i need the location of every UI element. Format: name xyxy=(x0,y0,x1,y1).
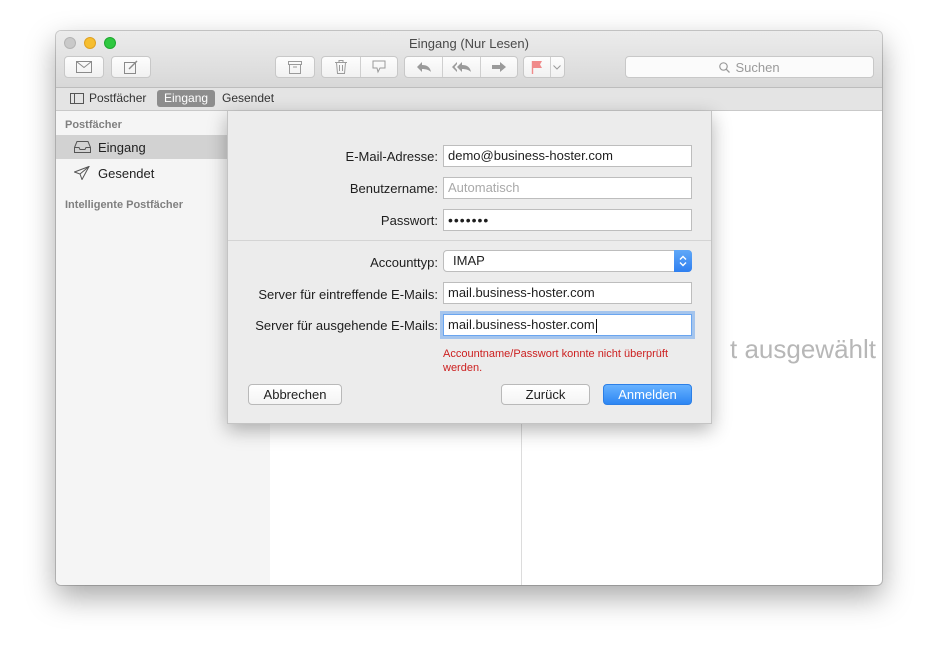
account-type-value: IMAP xyxy=(453,253,485,268)
text-caret xyxy=(595,318,597,333)
incoming-server-label: Server für eintreffende E-Mails: xyxy=(258,287,438,302)
flag-icon xyxy=(531,61,542,74)
archive-icon xyxy=(288,60,302,74)
favorites-mailboxes-label: Postfächer xyxy=(89,91,147,105)
reply-all-button[interactable] xyxy=(442,57,479,77)
paper-plane-icon xyxy=(74,166,90,180)
sidebar-section-smart-mailboxes: Intelligente Postfächer xyxy=(65,199,183,211)
reply-all-icon xyxy=(451,62,471,72)
trash-icon xyxy=(334,60,347,74)
compose-button[interactable] xyxy=(111,56,151,78)
sidebar-section-mailboxes: Postfächer xyxy=(65,119,122,131)
email-field[interactable]: demo@business-hoster.com xyxy=(443,145,692,167)
favorites-sent-button[interactable]: Gesendet xyxy=(222,90,274,107)
reply-group xyxy=(404,56,518,78)
get-mail-button[interactable] xyxy=(64,56,104,78)
sidebar-item-label: Eingang xyxy=(98,139,146,155)
email-label: E-Mail-Adresse: xyxy=(345,149,438,164)
sidebar-item-label: Gesendet xyxy=(98,165,155,181)
cancel-button[interactable]: Abbrechen xyxy=(248,384,342,405)
password-label: Passwort: xyxy=(380,213,438,228)
compose-icon xyxy=(124,60,138,74)
envelope-icon xyxy=(76,61,92,73)
flag-menu-button[interactable] xyxy=(549,57,564,77)
outgoing-server-value: mail.business-hoster.com xyxy=(448,317,595,332)
inbox-tray-icon xyxy=(74,141,91,153)
incoming-server-field[interactable]: mail.business-hoster.com xyxy=(443,282,692,304)
search-field[interactable]: Suchen xyxy=(625,56,874,78)
select-arrows xyxy=(674,250,692,272)
search-icon xyxy=(719,61,731,73)
section-divider xyxy=(228,240,711,241)
username-label: Benutzername: xyxy=(349,181,438,196)
outgoing-server-field[interactable]: mail.business-hoster.com xyxy=(443,314,692,336)
account-type-select[interactable]: IMAP xyxy=(443,250,692,272)
flag-group xyxy=(523,56,565,78)
search-placeholder: Suchen xyxy=(735,59,780,75)
account-setup-sheet: E-Mail-Adresse: demo@business-hoster.com… xyxy=(227,111,712,424)
junk-icon xyxy=(372,60,386,74)
error-line-1: Accountname/Passwort konnte nicht überpr… xyxy=(443,348,669,360)
window-title: Eingang (Nur Lesen) xyxy=(409,36,529,51)
archive-button[interactable] xyxy=(275,56,315,78)
error-message: Accountname/Passwort konnte nicht überpr… xyxy=(443,347,703,375)
error-line-2: werden. xyxy=(443,362,483,374)
favorites-mailboxes-button[interactable]: Postfächer xyxy=(70,90,146,107)
username-field[interactable]: Automatisch xyxy=(443,177,692,199)
chevron-updown-icon xyxy=(679,255,687,267)
sidebar-toggle-icon xyxy=(70,93,84,104)
password-field[interactable]: ••••••• xyxy=(443,209,692,231)
junk-button[interactable] xyxy=(359,57,398,77)
account-type-label: Accounttyp: xyxy=(370,255,438,270)
flag-button[interactable] xyxy=(524,57,550,77)
reply-icon xyxy=(416,62,431,72)
forward-icon xyxy=(491,62,506,72)
reply-button[interactable] xyxy=(405,57,442,77)
sign-in-button[interactable]: Anmelden xyxy=(603,384,692,405)
chevron-down-icon xyxy=(553,64,562,70)
delete-junk-group xyxy=(321,56,398,78)
favorites-bar: Postfächer Eingang Gesendet xyxy=(56,88,882,111)
forward-button[interactable] xyxy=(479,57,517,77)
outgoing-server-label: Server für ausgehende E-Mails: xyxy=(255,318,438,333)
titlebar: Eingang (Nur Lesen) Suchen xyxy=(56,31,882,88)
favorites-inbox-button[interactable]: Eingang xyxy=(157,90,216,107)
back-button[interactable]: Zurück xyxy=(501,384,590,405)
trash-button[interactable] xyxy=(322,57,360,77)
